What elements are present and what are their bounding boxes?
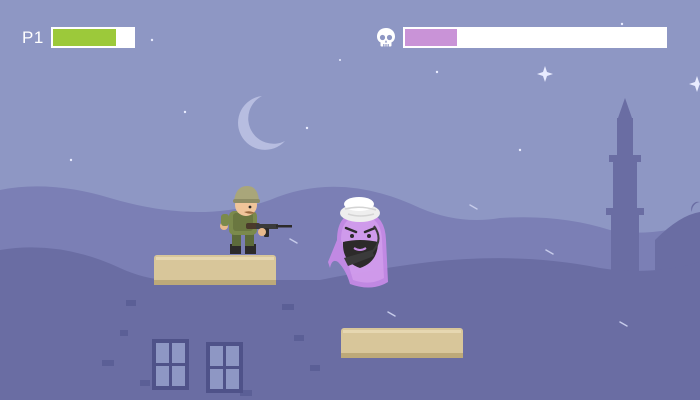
star-dot (69, 158, 73, 162)
minaret-base (611, 213, 639, 273)
window-pane (210, 346, 223, 366)
platform-shadow (341, 353, 463, 358)
window-pane (172, 366, 185, 386)
player-health-bar (51, 27, 135, 48)
window-pane (226, 369, 239, 389)
game-screen: P1 (0, 0, 700, 400)
ruins-right (340, 356, 465, 400)
window-pane (226, 346, 239, 366)
platform-highlight (156, 257, 274, 260)
star-dot (150, 38, 154, 42)
minaret-top (617, 118, 633, 158)
platform-highlight (343, 330, 461, 333)
star-dot (620, 22, 624, 26)
platform-shadow (154, 280, 276, 285)
ruin-block (340, 372, 465, 400)
star-dot (339, 59, 341, 61)
skull-icon (377, 28, 395, 47)
game-scene (0, 0, 700, 400)
player-health-fill (53, 29, 117, 46)
ghost-eye (367, 234, 371, 238)
platform-right (341, 328, 463, 358)
star-dot (183, 110, 187, 114)
soldier-arm (221, 214, 229, 226)
brick (282, 304, 294, 310)
boss-health-fill (405, 29, 457, 46)
ghost-eye (350, 234, 354, 238)
brick (120, 330, 128, 336)
star-dot (305, 126, 309, 130)
star-dot (518, 148, 522, 152)
brick (310, 365, 320, 371)
boss-health-bar (403, 27, 667, 48)
star-dot (435, 70, 439, 74)
brick (126, 300, 136, 306)
platform-left (154, 255, 276, 285)
soldier-eye (248, 205, 252, 209)
window (152, 339, 189, 390)
player-label: P1 (22, 28, 44, 47)
soldier-rifle-barrel (276, 225, 292, 228)
brick (102, 360, 114, 366)
window-pane (210, 369, 223, 389)
window (206, 342, 243, 393)
brick (140, 380, 150, 386)
soldier-hand (258, 228, 266, 236)
minaret-shaft (613, 160, 637, 212)
window-pane (156, 343, 169, 363)
window-pane (156, 366, 169, 386)
brick (294, 335, 304, 341)
soldier-helmet-brim (233, 199, 260, 203)
window-pane (172, 343, 185, 363)
